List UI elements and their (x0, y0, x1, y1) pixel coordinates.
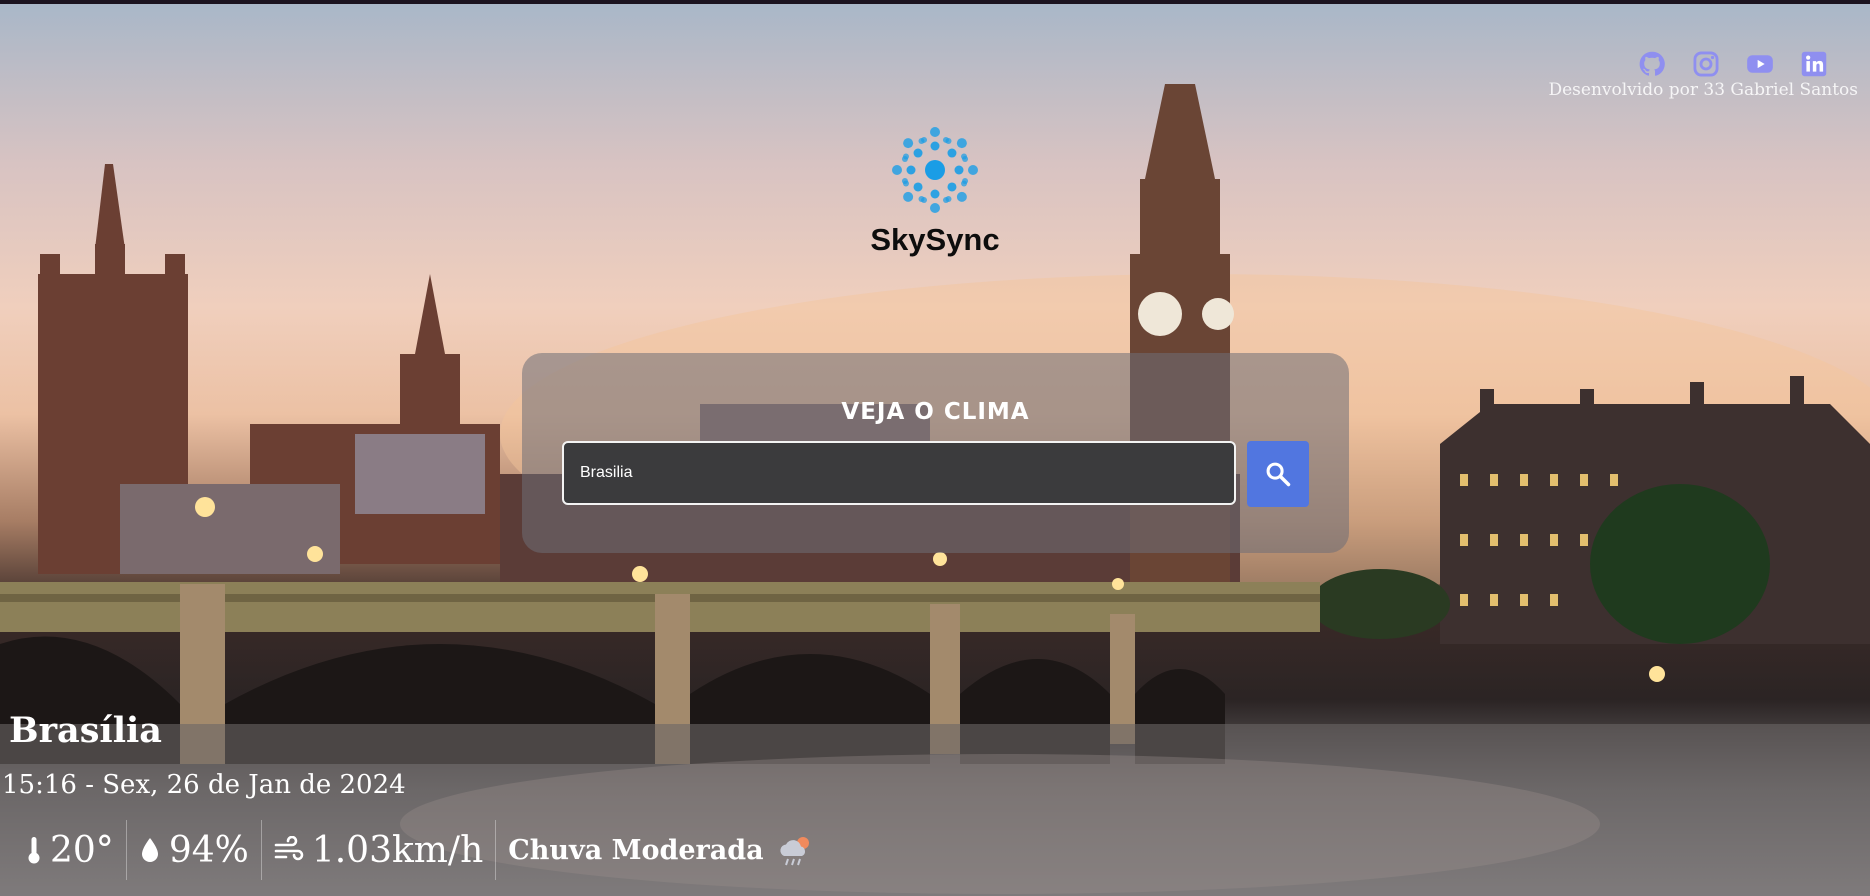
water-drop-icon (141, 838, 158, 862)
condition-label: Chuva Moderada (508, 834, 764, 866)
search-button[interactable] (1247, 441, 1309, 507)
developer-credit: Desenvolvido por 33 Gabriel Santos (1548, 80, 1858, 100)
search-panel: VEJA O CLIMA (522, 353, 1349, 553)
panel-title: VEJA O CLIMA (841, 399, 1030, 425)
brand-logo (878, 120, 992, 228)
wind-value: 1.03km/h (311, 829, 484, 871)
wind-icon (274, 836, 304, 861)
humidity-stat: 94% (125, 820, 261, 880)
youtube-icon[interactable] (1744, 48, 1776, 80)
thermometer-icon (28, 837, 40, 864)
temperature-value: 20° (50, 829, 114, 871)
instagram-icon[interactable] (1690, 48, 1722, 80)
snowflake-dots-icon (892, 127, 978, 213)
city-search-input[interactable] (562, 441, 1236, 505)
search-icon (1266, 462, 1291, 487)
linkedin-icon[interactable] (1798, 48, 1830, 80)
humidity-value: 94% (168, 829, 249, 871)
github-icon[interactable] (1636, 48, 1668, 80)
date-time: 15:16 - Sex, 26 de Jan de 2024 (2, 770, 406, 800)
condition-stat: Chuva Moderada (495, 820, 827, 880)
social-links (1636, 48, 1830, 80)
weather-stats: 20° 94% 1.03km/h Chuva Moderada (14, 820, 828, 880)
wind-stat: 1.03km/h (260, 820, 495, 880)
brand-name: SkySync (870, 222, 1000, 257)
city-name: Brasília (9, 710, 162, 751)
temperature-stat: 20° (14, 820, 126, 880)
rain-cloud-icon (780, 837, 809, 866)
